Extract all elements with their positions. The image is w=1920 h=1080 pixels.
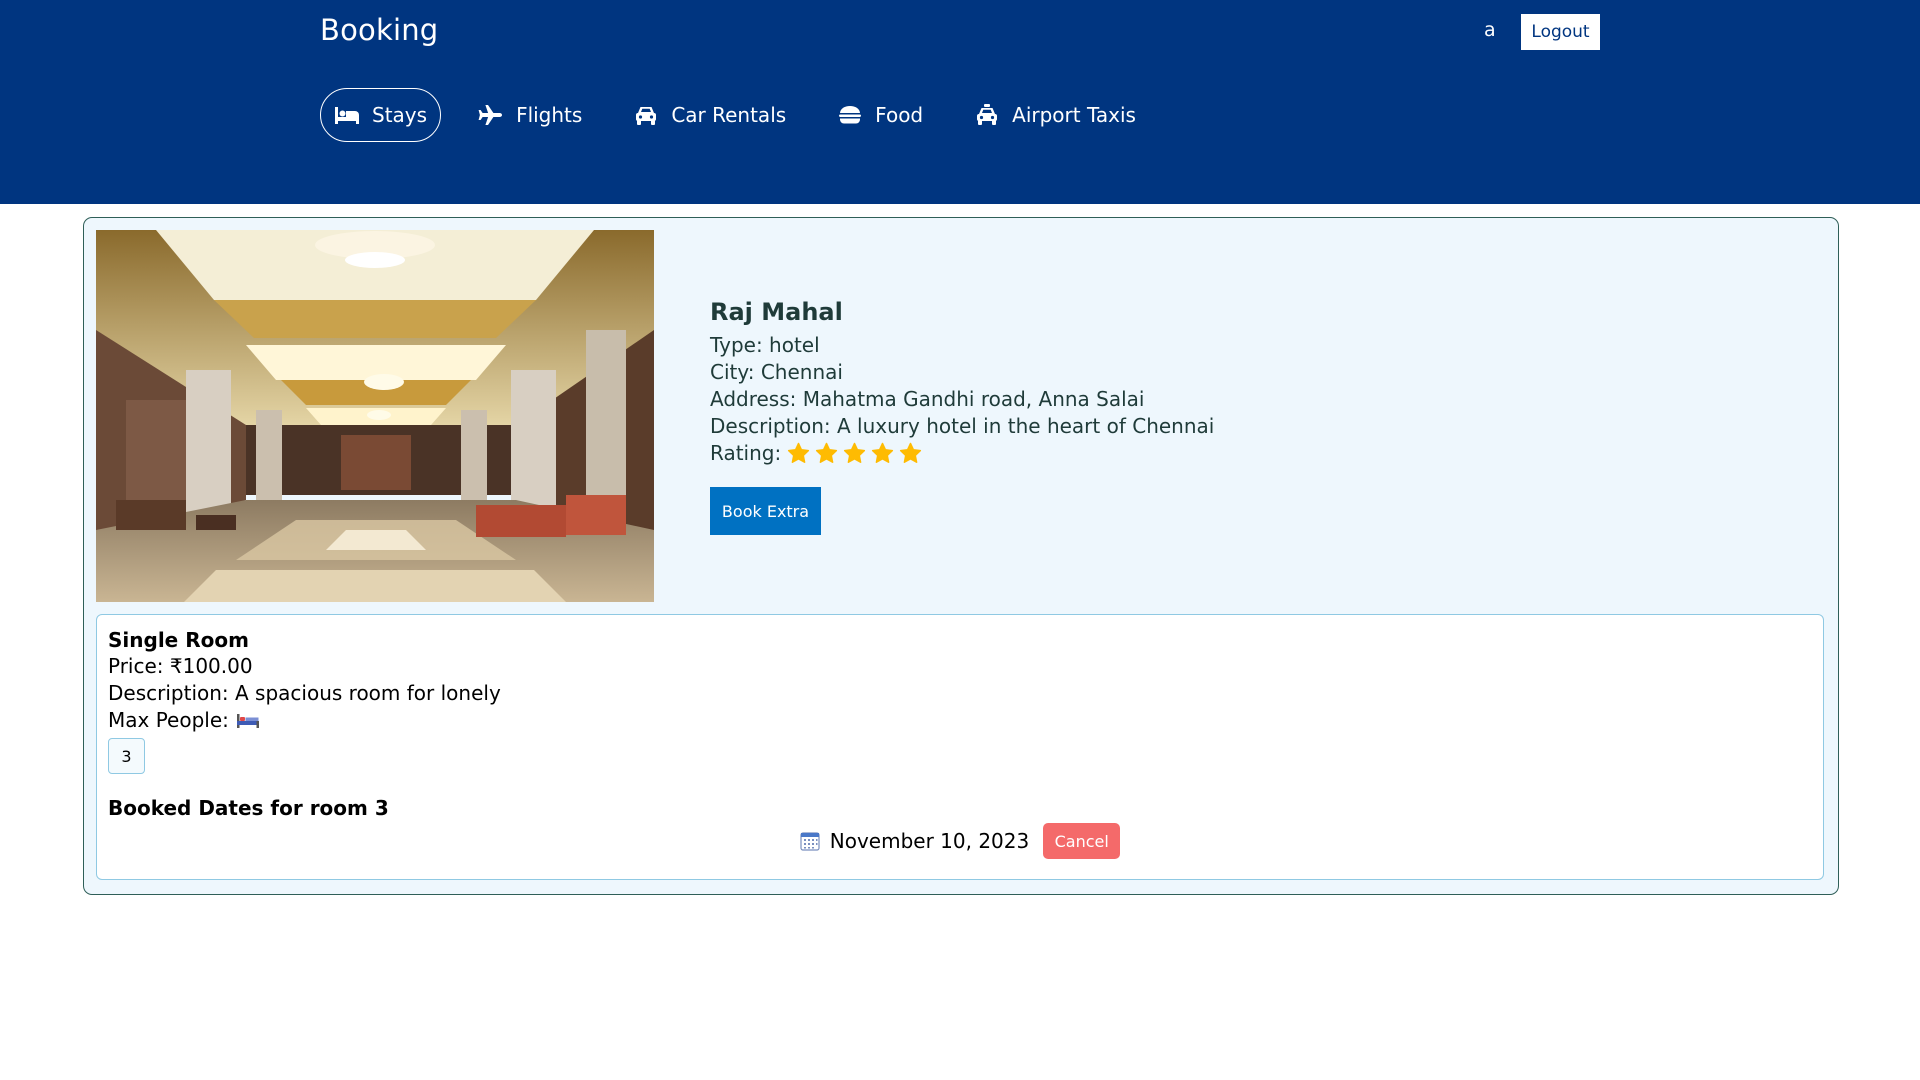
nav-item-car-rentals[interactable]: Car Rentals bbox=[619, 88, 800, 142]
star-icon bbox=[900, 442, 922, 463]
hotel-rating: Rating: bbox=[710, 440, 1214, 467]
nav-item-airport-taxis[interactable]: Airport Taxis bbox=[960, 88, 1150, 142]
bed-icon bbox=[236, 713, 259, 728]
nav-label-food: Food bbox=[875, 103, 924, 127]
room-card: Single Room Price: ₹100.00 Description: … bbox=[96, 614, 1824, 880]
hotel-type: Type: hotel bbox=[710, 333, 820, 357]
booked-date-row: November 10, 2023 Cancel bbox=[97, 823, 1823, 859]
main-nav: Stays Flights Car Rentals Food Airport T… bbox=[320, 88, 1173, 142]
max-people-label: Max People: bbox=[108, 708, 229, 732]
hotel-info: Raj Mahal Type: hotel City: Chennai Addr… bbox=[710, 298, 1214, 535]
nav-item-flights[interactable]: Flights bbox=[464, 88, 596, 142]
nav-label-car-rentals: Car Rentals bbox=[671, 103, 787, 127]
food-icon bbox=[839, 106, 862, 124]
booked-date: November 10, 2023 bbox=[829, 829, 1030, 853]
hotel-city: City: Chennai bbox=[710, 360, 843, 384]
booked-dates-title: Booked Dates for room 3 bbox=[108, 796, 389, 820]
plane-icon bbox=[478, 105, 503, 125]
calendar-icon bbox=[800, 832, 820, 851]
room-price: Price: ₹100.00 bbox=[108, 654, 253, 678]
nav-item-stays[interactable]: Stays bbox=[320, 88, 442, 142]
rating-stars bbox=[787, 442, 922, 465]
room-max-people: Max People: bbox=[108, 707, 1812, 734]
top-header: Booking a Logout Stays Flights Car Renta… bbox=[0, 0, 1920, 204]
room-title: Single Room bbox=[108, 628, 249, 652]
star-icon bbox=[872, 442, 894, 463]
room-number-button[interactable]: 3 bbox=[108, 738, 145, 774]
book-extra-button[interactable]: Book Extra bbox=[710, 487, 821, 535]
nav-label-airport-taxis: Airport Taxis bbox=[1012, 103, 1136, 127]
hotel-lobby-photo bbox=[96, 230, 654, 602]
nav-label-stays: Stays bbox=[372, 103, 428, 127]
car-icon bbox=[636, 107, 657, 125]
star-icon bbox=[788, 442, 810, 463]
bed-icon bbox=[335, 107, 359, 124]
cancel-booking-button[interactable]: Cancel bbox=[1043, 823, 1121, 859]
room-description: Description: A spacious room for lonely bbox=[108, 681, 501, 705]
star-icon bbox=[816, 442, 838, 463]
hotel-name: Raj Mahal bbox=[710, 298, 843, 326]
hotel-address: Address: Mahatma Gandhi road, Anna Salai bbox=[710, 387, 1145, 411]
hotel-card: Raj Mahal Type: hotel City: Chennai Addr… bbox=[83, 217, 1839, 895]
nav-item-food[interactable]: Food bbox=[823, 88, 937, 142]
nav-label-flights: Flights bbox=[516, 103, 583, 127]
rating-label: Rating: bbox=[710, 441, 782, 465]
brand-logo[interactable]: Booking bbox=[320, 13, 438, 47]
star-icon bbox=[844, 442, 866, 463]
user-name: a bbox=[1484, 19, 1496, 41]
hotel-description: Description: A luxury hotel in the heart… bbox=[710, 414, 1215, 438]
taxi-icon bbox=[977, 104, 998, 125]
logout-button[interactable]: Logout bbox=[1521, 14, 1600, 50]
